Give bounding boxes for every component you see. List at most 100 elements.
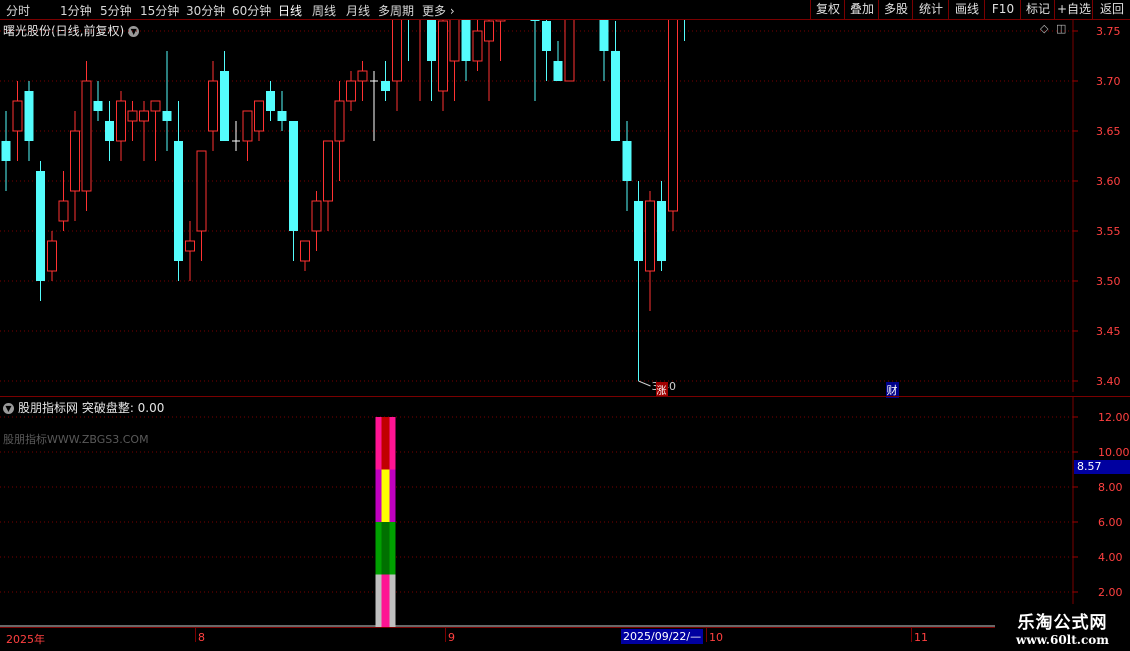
tab-more[interactable]: 更多 › [422, 2, 455, 19]
candle[interactable] [47, 231, 57, 281]
candle[interactable] [346, 71, 356, 111]
candle[interactable] [495, 20, 506, 61]
candle-body [634, 201, 643, 261]
candle[interactable] [416, 20, 425, 101]
candle[interactable] [24, 81, 34, 161]
candle[interactable] [116, 91, 126, 161]
indicator-bar-core [381, 417, 390, 470]
overlay-button[interactable]: 叠加 [844, 0, 879, 19]
candle[interactable] [657, 181, 666, 271]
extreme-pointer-line [638, 380, 651, 387]
candle[interactable] [232, 121, 240, 151]
back-button[interactable]: 返回 [1092, 0, 1130, 19]
candle[interactable] [438, 20, 448, 111]
candle[interactable] [93, 81, 103, 121]
more-label: 更多 [422, 4, 447, 18]
indicator-chart[interactable]: 12.00 10.00 8.00 6.00 4.00 2.00 [0, 397, 1130, 627]
candle[interactable] [289, 121, 298, 261]
add-favorite-button[interactable]: +自选 [1054, 0, 1093, 19]
candle[interactable] [484, 20, 494, 101]
date-label-sep: 9 [448, 631, 455, 644]
candle[interactable] [196, 150, 207, 261]
candle[interactable] [427, 20, 436, 101]
candle-body [657, 201, 666, 261]
candle-body [484, 20, 494, 42]
tab-60min[interactable]: 60分钟 [232, 2, 271, 19]
candle[interactable] [254, 100, 264, 141]
candle[interactable] [220, 51, 229, 141]
candle-body [381, 81, 390, 91]
candle[interactable] [392, 20, 402, 111]
candle[interactable] [564, 20, 575, 82]
tab-30min[interactable]: 30分钟 [186, 2, 225, 19]
mark-button[interactable]: 标记 [1020, 0, 1055, 19]
candle[interactable] [58, 171, 69, 231]
candlestick-chart[interactable]: 4.003.953.903.853.803.753.703.653.603.55… [0, 20, 1130, 392]
candle[interactable] [645, 191, 655, 311]
candle[interactable] [404, 20, 413, 61]
tab-daily[interactable]: 日线 [278, 2, 302, 19]
candle[interactable] [12, 81, 23, 161]
candle-body [346, 80, 356, 102]
candle[interactable] [36, 161, 45, 301]
brand-url: www.60lt.com [1016, 633, 1109, 647]
candle[interactable] [634, 181, 643, 381]
candle[interactable] [266, 81, 275, 121]
candle-body [334, 100, 345, 142]
candle[interactable] [105, 101, 114, 161]
candle-body [105, 121, 114, 141]
candle-body [357, 70, 368, 82]
candle-body [311, 200, 322, 232]
candle[interactable] [381, 61, 390, 101]
tab-15min[interactable]: 15分钟 [140, 2, 179, 19]
candle[interactable] [611, 21, 620, 141]
candle-body [323, 140, 333, 202]
candle[interactable] [242, 110, 253, 161]
candle[interactable] [127, 101, 138, 141]
indicator-tick-label: 2.00 [1098, 586, 1123, 599]
candle[interactable] [185, 221, 195, 281]
limit-up-marker[interactable]: 涨 [655, 382, 668, 397]
tab-intraday[interactable]: 分时 [6, 2, 30, 19]
candle[interactable] [70, 111, 80, 221]
tab-multi-period[interactable]: 多周期 [378, 2, 414, 19]
draw-line-button[interactable]: 画线 [948, 0, 985, 19]
candle[interactable] [668, 20, 678, 231]
tab-monthly[interactable]: 月线 [346, 2, 370, 19]
candle[interactable] [542, 20, 551, 81]
candle[interactable] [277, 91, 287, 131]
candle[interactable] [323, 140, 333, 231]
candle[interactable] [208, 61, 218, 151]
tab-5min[interactable]: 5分钟 [100, 2, 132, 19]
candle-body [277, 111, 287, 121]
candle[interactable] [334, 81, 345, 181]
candle[interactable] [449, 20, 460, 101]
candle[interactable] [311, 191, 322, 251]
candle[interactable] [300, 240, 310, 271]
candle[interactable] [1, 111, 11, 191]
candle[interactable] [472, 20, 483, 71]
candle[interactable] [599, 20, 609, 81]
candle-body [449, 20, 460, 62]
candle[interactable] [174, 101, 183, 281]
candle-body [438, 20, 448, 92]
price-tick-label: 3.50 [1096, 275, 1121, 288]
candle[interactable] [357, 61, 368, 101]
candle[interactable] [530, 20, 540, 101]
statistics-button[interactable]: 统计 [912, 0, 949, 19]
tab-1min[interactable]: 1分钟 [60, 2, 92, 19]
candle-body [185, 240, 195, 252]
f10-button[interactable]: F10 [984, 0, 1021, 19]
tab-weekly[interactable]: 周线 [312, 2, 336, 19]
restore-rights-button[interactable]: 复权 [810, 0, 845, 19]
candle[interactable] [553, 41, 563, 81]
candle[interactable] [622, 121, 632, 211]
candle[interactable] [81, 61, 92, 211]
date-label-aug: 8 [198, 631, 205, 644]
cursor-date-badge: 2025/09/22/— [621, 629, 704, 644]
multi-stock-button[interactable]: 多股 [878, 0, 913, 19]
candle[interactable] [461, 20, 471, 81]
candle-body [93, 101, 103, 111]
candle[interactable] [680, 20, 689, 41]
candle[interactable] [162, 51, 172, 151]
